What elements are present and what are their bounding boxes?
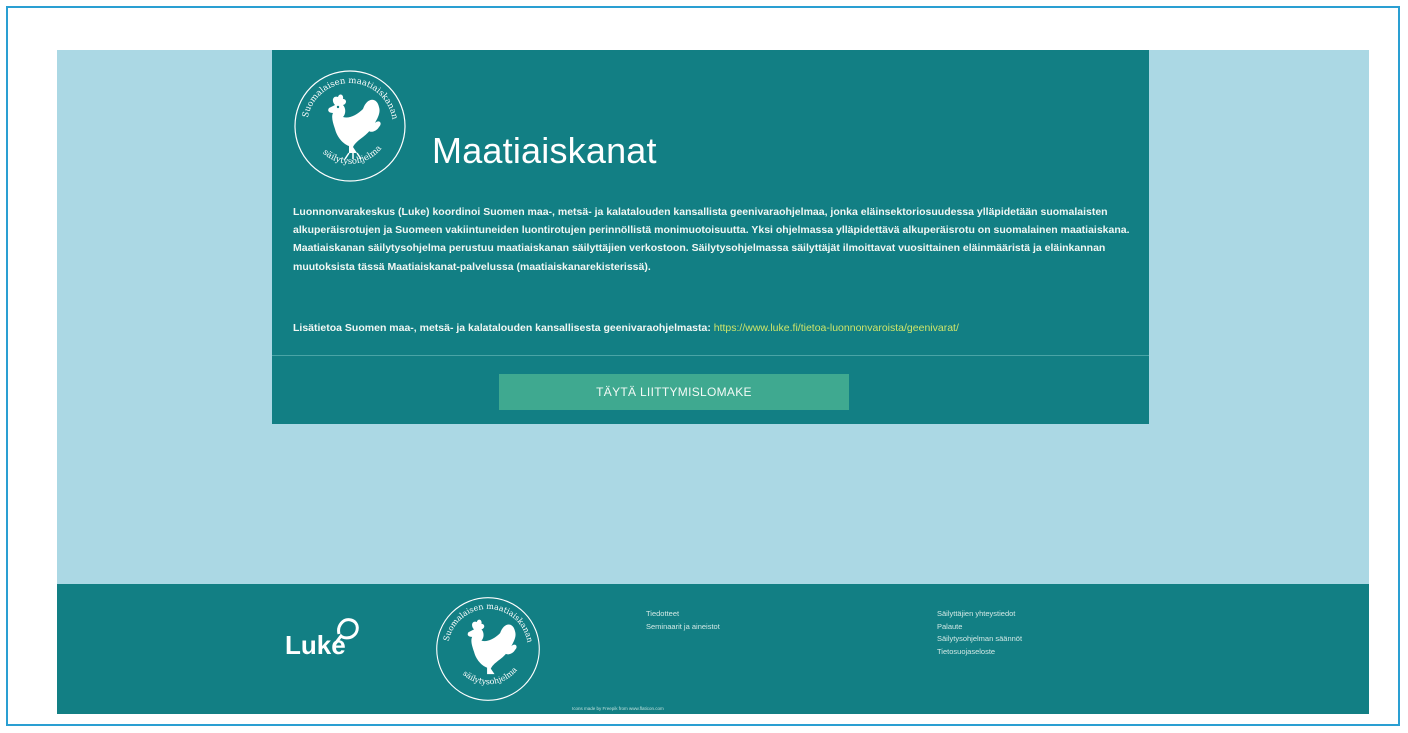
footer-link-tietosuoja[interactable]: Tietosuojaseloste <box>937 646 1022 659</box>
footer-link-tiedotteet[interactable]: Tiedotteet <box>646 608 720 621</box>
footer-column-2: Säilyttäjien yhteystiedot Palaute Säilyt… <box>937 608 1022 658</box>
intro-card: Suomalaisen maatiaiskanan säilytysohjelm… <box>272 50 1149 424</box>
footer-link-palaute[interactable]: Palaute <box>937 621 1022 634</box>
footer-link-yhteystiedot[interactable]: Säilyttäjien yhteystiedot <box>937 608 1022 621</box>
footer-logo-arc-text-top: Suomalaisen maatiaiskanan <box>442 602 535 644</box>
intro-paragraph: Luonnonvarakeskus (Luke) koordinoi Suome… <box>293 206 1130 273</box>
footer: Luke Suomalaisen maatiaiskanan säilytyso… <box>57 584 1369 714</box>
more-info-text: Lisätietoa Suomen maa-, metsä- ja kalata… <box>293 319 1143 337</box>
rooster-logo-icon: Suomalaisen maatiaiskanan säilytysohjelm… <box>294 70 406 182</box>
icon-credit: Icons made by Freepik from www.flaticon.… <box>572 706 664 711</box>
footer-link-saannot[interactable]: Säilytysohjelman säännöt <box>937 633 1022 646</box>
join-form-button[interactable]: TÄYTÄ LIITTYMISLOMAKE <box>499 374 849 410</box>
more-info-label: Lisätietoa Suomen maa-, metsä- ja kalata… <box>293 322 714 334</box>
geenivarat-link[interactable]: https://www.luke.fi/tietoa-luonnonvarois… <box>714 322 959 334</box>
page-background: Suomalaisen maatiaiskanan säilytysohjelm… <box>57 50 1369 714</box>
svg-text:Luke: Luke <box>285 630 346 660</box>
footer-link-seminaarit[interactable]: Seminaarit ja aineistot <box>646 621 720 634</box>
footer-rooster-logo-icon: Suomalaisen maatiaiskanan säilytysohjelm… <box>436 597 540 701</box>
footer-column-1: Tiedotteet Seminaarit ja aineistot <box>646 608 720 633</box>
luke-logo-icon: Luke <box>285 618 359 660</box>
screenshot-frame: Suomalaisen maatiaiskanan säilytysohjelm… <box>6 6 1400 726</box>
page-title: Maatiaiskanat <box>432 130 657 171</box>
card-divider <box>272 355 1149 356</box>
